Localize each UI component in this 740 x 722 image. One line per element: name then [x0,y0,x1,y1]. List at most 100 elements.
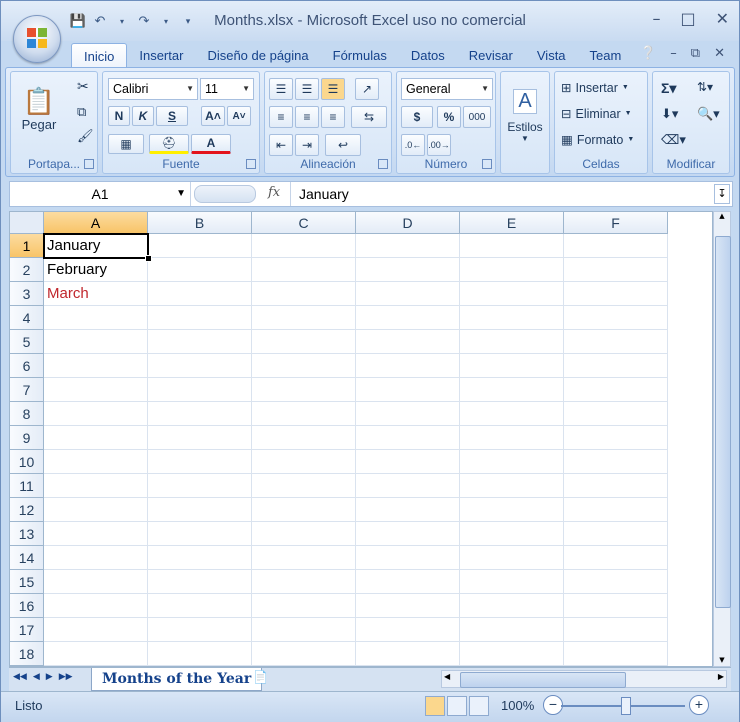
cell-c10[interactable] [252,450,356,474]
cell-d9[interactable] [356,426,460,450]
cell-d17[interactable] [356,618,460,642]
font-dialog-launcher[interactable] [246,159,256,169]
column-header-e[interactable]: E [460,212,564,234]
cell-e17[interactable] [460,618,564,642]
align-right-icon[interactable]: ≡ [321,106,345,128]
cell-b1[interactable] [148,234,252,258]
row-header-1[interactable]: 1 [10,234,44,258]
cell-b9[interactable] [148,426,252,450]
orientation-icon[interactable]: ↗ [355,78,379,100]
row-header-9[interactable]: 9 [10,426,44,450]
normal-view-icon[interactable] [425,696,445,716]
zoom-in-icon[interactable]: + [689,695,709,715]
cell-e9[interactable] [460,426,564,450]
cell-e10[interactable] [460,450,564,474]
underline-button[interactable]: S [156,106,188,126]
cell-d13[interactable] [356,522,460,546]
increase-decimal-icon[interactable]: .0← [401,134,425,156]
column-header-b[interactable]: B [148,212,252,234]
last-sheet-icon[interactable]: ▶▶ [59,672,73,682]
cell-c16[interactable] [252,594,356,618]
cell-d16[interactable] [356,594,460,618]
formula-input[interactable]: January [290,182,712,206]
cell-e1[interactable] [460,234,564,258]
merge-center-icon[interactable]: ⇆ [351,106,387,128]
cell-f12[interactable] [564,498,668,522]
help-icon[interactable]: ❔ [640,46,656,61]
row-header-17[interactable]: 17 [10,618,44,642]
cell-d11[interactable] [356,474,460,498]
increase-indent-icon[interactable]: ⇥ [295,134,319,156]
copy-icon[interactable]: ⧉ [77,104,86,120]
delete-cells-button[interactable]: ⊟ Eliminar ▼ [561,106,632,122]
cell-c11[interactable] [252,474,356,498]
cell-a16[interactable] [44,594,148,618]
clipboard-dialog-launcher[interactable] [84,159,94,169]
vertical-scroll-thumb[interactable] [715,236,731,608]
sort-filter-icon[interactable]: ⇅▾ [697,80,713,94]
cell-c17[interactable] [252,618,356,642]
cell-f2[interactable] [564,258,668,282]
zoom-out-icon[interactable]: − [543,695,563,715]
cell-f8[interactable] [564,402,668,426]
align-top-icon[interactable]: ☰ [269,78,293,100]
row-header-10[interactable]: 10 [10,450,44,474]
minimize-button[interactable]: – [652,9,660,28]
cell-e5[interactable] [460,330,564,354]
number-format-combo[interactable]: General ▼ [401,78,493,100]
cell-b3[interactable] [148,282,252,306]
cell-e4[interactable] [460,306,564,330]
cell-b17[interactable] [148,618,252,642]
cell-d8[interactable] [356,402,460,426]
thousands-button[interactable]: 000 [463,106,491,128]
cell-e18[interactable] [460,642,564,666]
column-header-d[interactable]: D [356,212,460,234]
cell-f9[interactable] [564,426,668,450]
fill-handle[interactable] [145,255,152,262]
row-header-11[interactable]: 11 [10,474,44,498]
page-break-view-icon[interactable] [469,696,489,716]
insert-cells-button[interactable]: ⊞ Insertar ▼ [561,80,629,96]
vertical-scrollbar[interactable]: ▲ ▼ [713,211,731,667]
row-header-3[interactable]: 3 [10,282,44,306]
cell-f14[interactable] [564,546,668,570]
prev-sheet-icon[interactable]: ◀ [33,672,40,682]
decrease-indent-icon[interactable]: ⇤ [269,134,293,156]
fill-icon[interactable]: ⬇▾ [661,106,678,122]
cell-c3[interactable] [252,282,356,306]
cell-f16[interactable] [564,594,668,618]
cell-a10[interactable] [44,450,148,474]
cell-c7[interactable] [252,378,356,402]
format-cells-button[interactable]: ▦ Formato ▼ [561,132,634,148]
row-header-15[interactable]: 15 [10,570,44,594]
cell-a3[interactable]: March [44,282,148,306]
zoom-slider-knob[interactable] [621,697,631,715]
cell-e12[interactable] [460,498,564,522]
row-header-14[interactable]: 14 [10,546,44,570]
cell-a17[interactable] [44,618,148,642]
row-header-4[interactable]: 4 [10,306,44,330]
font-size-combo[interactable]: 11 ▼ [200,78,254,100]
cell-c2[interactable] [252,258,356,282]
cell-a7[interactable] [44,378,148,402]
zoom-level[interactable]: 100% [501,698,534,713]
cell-d15[interactable] [356,570,460,594]
cell-f4[interactable] [564,306,668,330]
cell-a2[interactable]: February [44,258,148,282]
cell-d1[interactable] [356,234,460,258]
expand-formula-icon[interactable]: ↧ [714,184,730,204]
cell-d5[interactable] [356,330,460,354]
cell-f13[interactable] [564,522,668,546]
scroll-up-icon[interactable]: ▲ [714,212,730,220]
cell-f5[interactable] [564,330,668,354]
find-select-icon[interactable]: 🔍▾ [697,106,720,122]
office-button[interactable] [13,15,61,63]
clear-icon[interactable]: ⌫▾ [661,132,686,148]
shrink-font-icon[interactable]: A˅ [227,106,251,126]
cell-c14[interactable] [252,546,356,570]
cell-e6[interactable] [460,354,564,378]
number-dialog-launcher[interactable] [482,159,492,169]
cell-f10[interactable] [564,450,668,474]
row-header-7[interactable]: 7 [10,378,44,402]
scroll-down-icon[interactable]: ▼ [714,656,730,664]
